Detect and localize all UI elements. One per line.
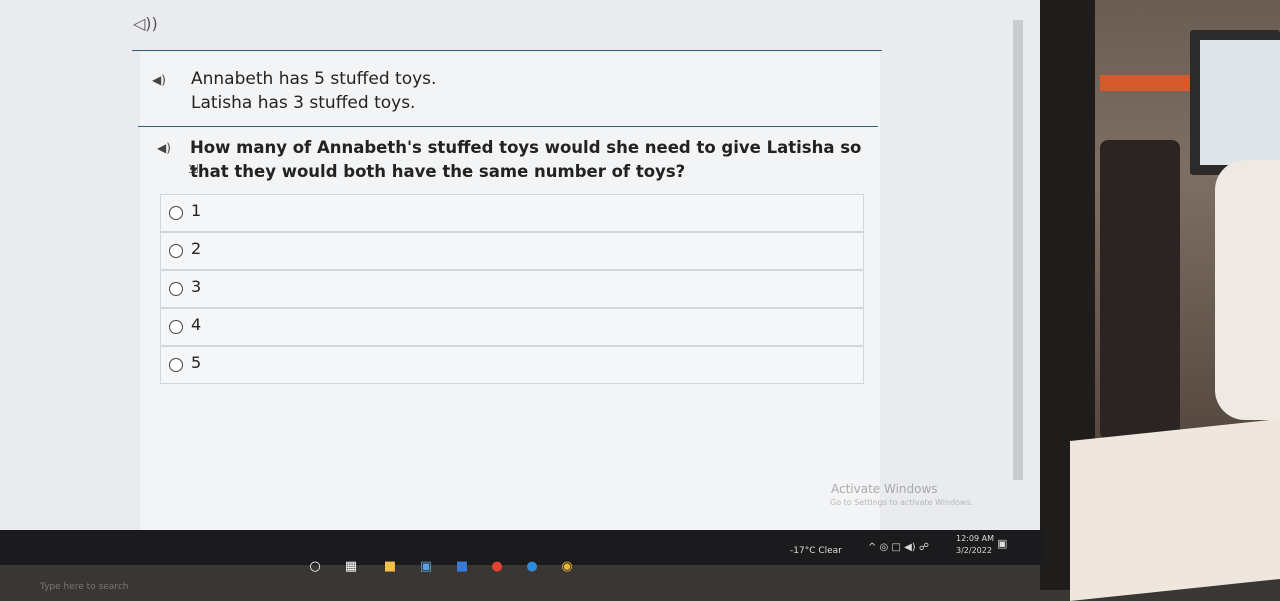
store-icon[interactable]: ▣ xyxy=(417,558,435,576)
background-desk xyxy=(1070,418,1280,601)
vertical-scrollbar[interactable] xyxy=(1013,20,1023,480)
background-monitor xyxy=(1190,30,1280,175)
activate-windows-subtitle: Go to Settings to activate Windows. xyxy=(830,498,974,507)
cortana-icon[interactable]: ○ xyxy=(306,558,324,576)
background-person xyxy=(1215,160,1280,420)
clock-date[interactable]: 3/2/2022 xyxy=(956,546,992,555)
radio-button[interactable] xyxy=(169,206,183,220)
stem-line-2: Latisha has 3 stuffed toys. xyxy=(191,93,416,113)
clock-time[interactable]: 12:09 AM xyxy=(956,534,994,543)
answer-option-2[interactable]: 2 xyxy=(160,232,864,270)
answer-option-4[interactable]: 4 xyxy=(160,308,864,346)
stem-line-1: Annabeth has 5 stuffed toys. xyxy=(191,69,437,89)
answer-option-3[interactable]: 3 xyxy=(160,270,864,308)
system-tray-icons[interactable]: ^ ◎ □ ◀) ☍ xyxy=(868,542,929,553)
speaker-icon[interactable]: ◁)) xyxy=(133,14,158,33)
background-wall-stripe xyxy=(1100,75,1195,91)
question-text: How many of Annabeth's stuffed toys woul… xyxy=(190,138,862,181)
top-divider xyxy=(132,50,882,51)
radio-button[interactable] xyxy=(169,282,183,296)
answer-option-1[interactable]: 1 xyxy=(160,194,864,232)
option-label: 2 xyxy=(191,239,202,258)
opera-icon[interactable]: ● xyxy=(488,558,506,576)
answer-option-5[interactable]: 5 xyxy=(160,346,864,384)
radio-button[interactable] xyxy=(169,358,183,372)
task-view-icon[interactable]: ▦ xyxy=(342,558,360,576)
option-label: 4 xyxy=(191,315,202,334)
speaker-icon[interactable]: ◀) xyxy=(147,72,171,88)
speaker-icon[interactable]: ◀) xyxy=(152,140,176,156)
edge-icon[interactable]: ● xyxy=(523,558,541,576)
option-label: 5 xyxy=(191,353,202,372)
radio-button[interactable] xyxy=(169,244,183,258)
option-label: 3 xyxy=(191,277,202,296)
notification-icon[interactable]: ▣ xyxy=(997,537,1007,550)
taskbar-search[interactable]: Type here to search xyxy=(40,582,128,592)
weather-widget[interactable]: -17°C Clear xyxy=(790,546,842,556)
option-label: 1 xyxy=(191,201,202,220)
stem-divider xyxy=(138,126,878,127)
file-explorer-icon[interactable]: ■ xyxy=(381,558,399,576)
chrome-icon[interactable]: ◉ xyxy=(558,558,576,576)
radio-button[interactable] xyxy=(169,320,183,334)
app-icon[interactable]: ■ xyxy=(453,558,471,576)
mouse-cursor-icon: ⇲ xyxy=(188,162,199,176)
background-chair xyxy=(1100,140,1180,440)
activate-windows-title: Activate Windows xyxy=(831,482,938,496)
